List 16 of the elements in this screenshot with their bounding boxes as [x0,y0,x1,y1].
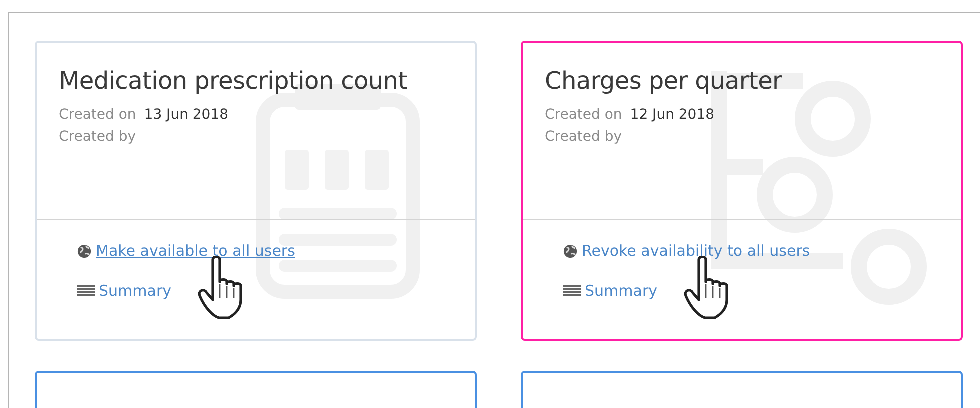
card-title: Charges per quarter [545,67,784,95]
list-icon [563,284,581,298]
availability-link[interactable]: Revoke availability to all users [582,242,810,260]
summary-link[interactable]: Summary [585,282,658,300]
card-title: Medication prescription count [59,67,408,95]
globe-icon [563,244,578,258]
created-on-date: 13 Jun 2018 [144,107,229,123]
availability-link[interactable]: Make available to all users [96,242,296,260]
globe-icon [77,244,92,258]
list-icon [77,284,95,298]
summary-link[interactable]: Summary [99,282,172,300]
created-on-label: Created on [59,107,136,123]
created-on-label: Created on [545,107,622,123]
created-on-date: 12 Jun 2018 [630,107,715,123]
created-by-label: Created by [59,129,136,145]
created-by-label: Created by [545,129,622,145]
